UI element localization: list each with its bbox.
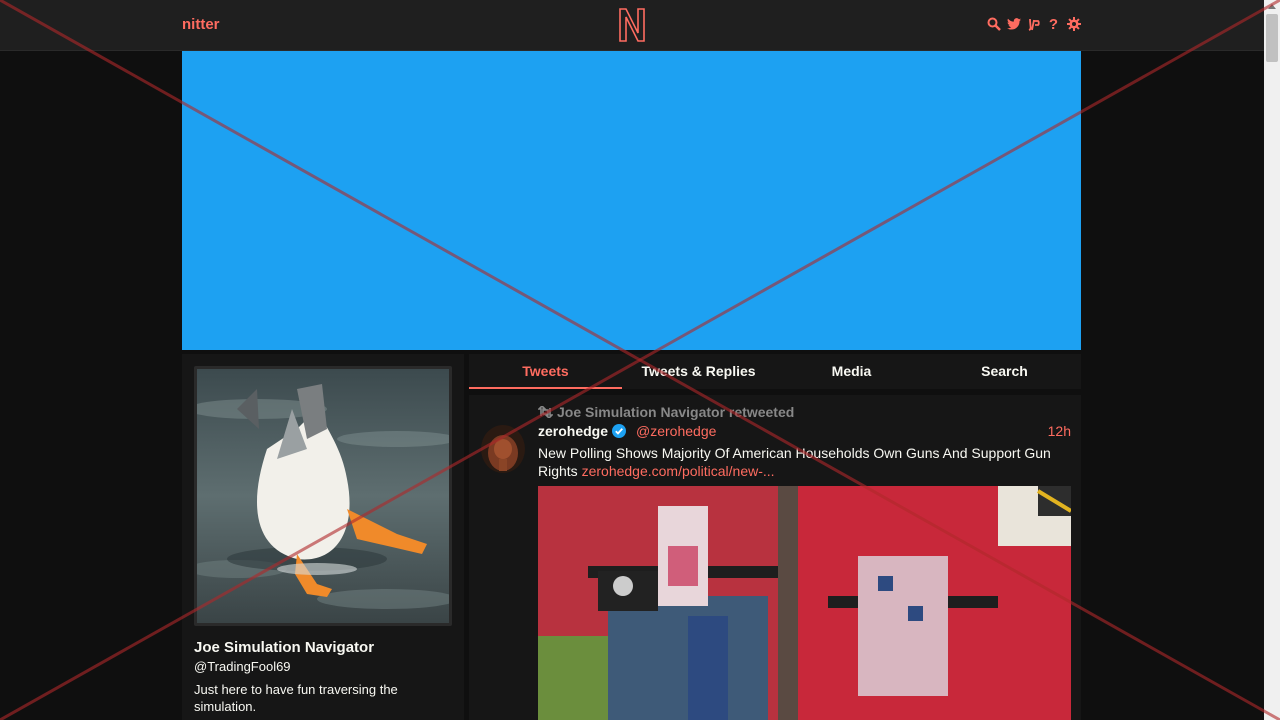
navbar: nitter ? [0,0,1264,51]
profile-banner [182,51,1081,350]
tweet-fullname[interactable]: zerohedge [538,423,608,439]
profile-username[interactable]: @TradingFool69 [194,659,291,674]
profile-fullname[interactable]: Joe Simulation Navigator [194,639,374,656]
duck-avatar-image [197,369,449,623]
tweet-content: New Polling Shows Majority Of American H… [538,444,1068,480]
profile-bio: Just here to have fun traversing the sim… [194,682,398,714]
tweet-avatar[interactable] [481,425,525,473]
tweet-date[interactable]: 12h [1048,423,1071,439]
brand-link[interactable]: nitter [182,16,220,33]
tweet-link[interactable]: zerohedge.com/political/new-... [582,463,775,479]
tweet-username[interactable]: @zerohedge [636,423,716,439]
tweet-header: zerohedge @zerohedge 12h [538,423,1071,439]
tab-media[interactable]: Media [775,354,928,389]
retweet-icon [538,406,553,418]
profile-avatar[interactable] [194,366,452,626]
scrollbar-thumb[interactable] [1266,14,1278,62]
profile-tabs: Tweets Tweets & Replies Media Search [469,354,1081,389]
gun-rally-photo [538,486,1071,720]
retweet-text: Joe Simulation Navigator retweeted [557,404,795,420]
zerohedge-avatar-image [481,425,525,473]
tab-search[interactable]: Search [928,354,1081,389]
scrollbar[interactable] [1264,0,1280,720]
timeline: Joe Simulation Navigator retweeted zeroh… [469,395,1081,720]
help-icon[interactable]: ? [1046,15,1061,33]
gear-icon[interactable] [1066,15,1081,33]
twitter-icon[interactable] [1006,15,1021,33]
profile-card: Joe Simulation Navigator @TradingFool69 … [182,354,464,720]
retweet-header: Joe Simulation Navigator retweeted [538,404,794,420]
verified-icon [612,424,627,438]
search-icon[interactable] [986,15,1001,33]
scroll-up-arrow-icon[interactable] [1268,4,1276,9]
tab-tweets-replies[interactable]: Tweets & Replies [622,354,775,389]
tab-tweets[interactable]: Tweets [469,354,622,389]
rss-icon[interactable] [1026,15,1041,33]
tweet-attachment-image[interactable] [538,486,1071,720]
nitter-logo[interactable] [617,7,647,43]
nav-icons: ? [986,15,1081,33]
